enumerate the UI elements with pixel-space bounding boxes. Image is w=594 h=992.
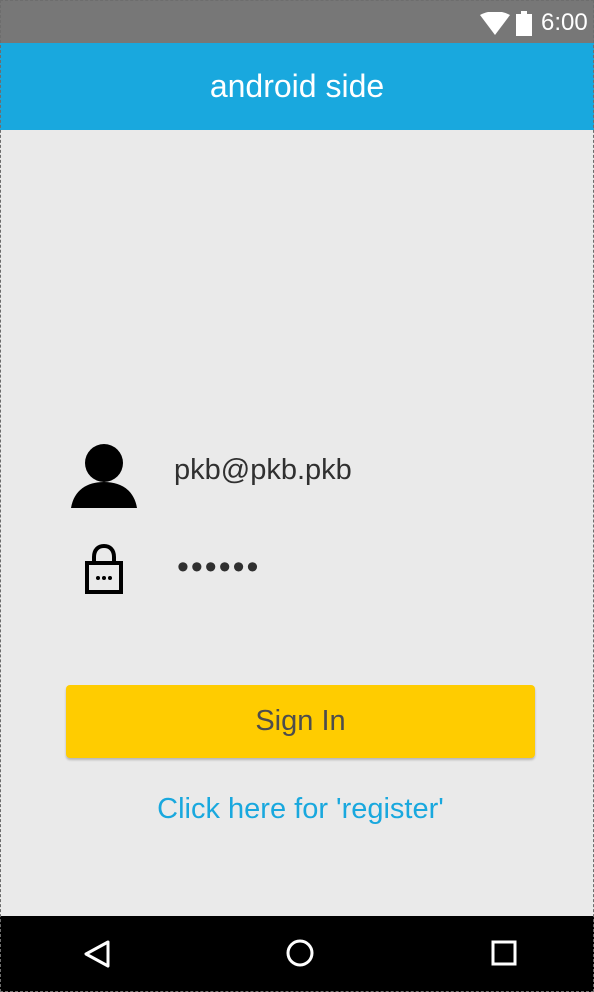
- sign-in-label: Sign In: [255, 705, 346, 737]
- android-login-screen: 6:00 android side pkb@pkb.pkb •••••• Sig…: [0, 0, 594, 992]
- home-icon[interactable]: [285, 938, 315, 968]
- user-icon: [71, 444, 137, 508]
- recent-apps-icon[interactable]: [491, 940, 517, 966]
- navigation-bar: [0, 916, 594, 992]
- register-link[interactable]: Click here for 'register': [66, 791, 535, 827]
- back-icon[interactable]: [83, 939, 111, 969]
- password-field[interactable]: ••••••: [177, 547, 337, 587]
- lock-icon: [85, 544, 123, 594]
- status-bar: 6:00: [0, 0, 594, 43]
- battery-icon: [516, 11, 532, 36]
- wifi-icon: [480, 12, 510, 35]
- app-title: android side: [209, 68, 385, 104]
- email-field[interactable]: pkb@pkb.pkb: [174, 450, 504, 490]
- login-content: pkb@pkb.pkb •••••• Sign In Click here fo…: [0, 130, 594, 916]
- status-time: 6:00: [541, 9, 588, 36]
- app-bar: android side: [0, 43, 594, 130]
- sign-in-button[interactable]: Sign In: [66, 685, 535, 758]
